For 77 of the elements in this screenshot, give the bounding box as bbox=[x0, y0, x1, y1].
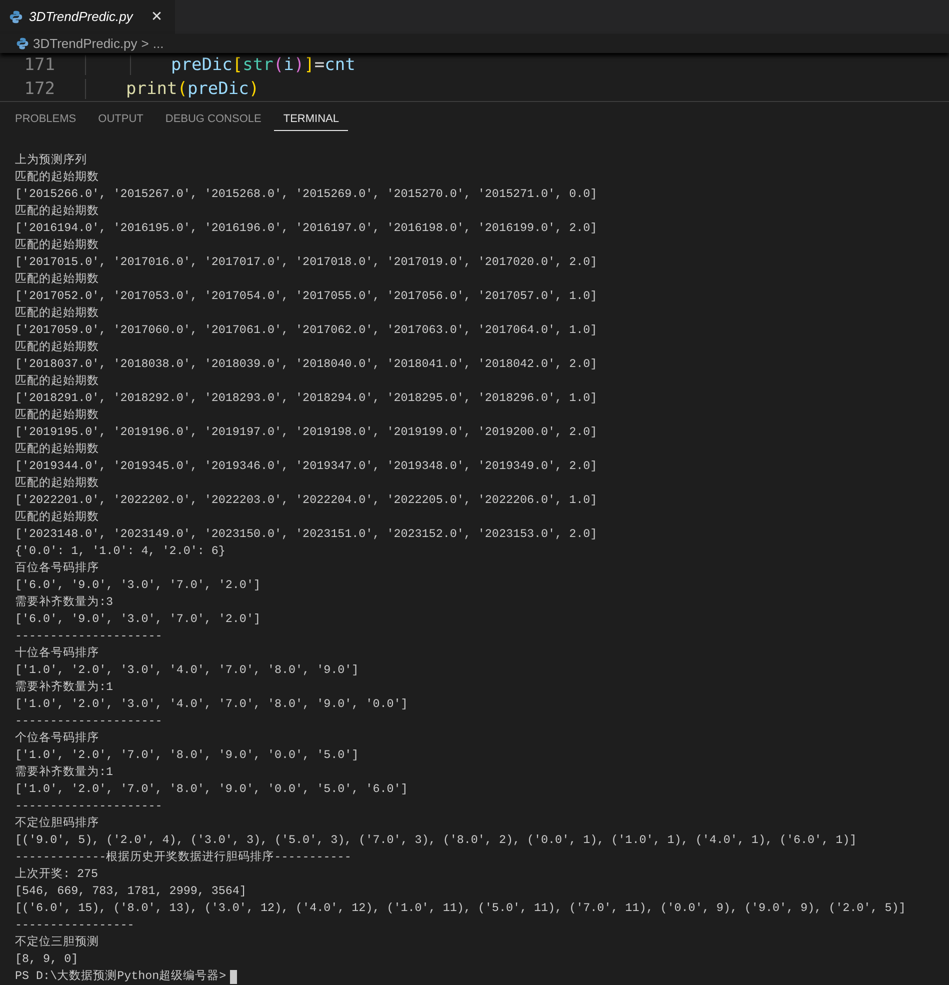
python-file-icon bbox=[9, 10, 23, 24]
terminal-prompt: PS D:\大数据预测Python超级编号器> bbox=[15, 968, 226, 985]
terminal-line: 需要补齐数量为:1 bbox=[15, 679, 114, 696]
terminal-line: ['2022201.0', '2022202.0', '2022203.0', '2022204.0', '2022205.0', '2022206.0', 1.0] bbox=[15, 492, 598, 509]
terminal-line: 百位各号码排序 bbox=[15, 560, 100, 577]
terminal-line: ['1.0', '2.0', '7.0', '8.0', '9.0', '0.0', '5.0'] bbox=[15, 747, 360, 764]
breadcrumb-item[interactable]: ... bbox=[152, 36, 164, 51]
line-number: 171 bbox=[23, 55, 56, 75]
terminal-line: 匹配的起始期数 bbox=[15, 441, 100, 458]
terminal-line: 个位各号码排序 bbox=[15, 730, 100, 747]
terminal-line: 匹配的起始期数 bbox=[15, 203, 100, 220]
terminal-line: 匹配的起始期数 bbox=[15, 475, 100, 492]
terminal-line: 不定位胆码排序 bbox=[15, 815, 100, 832]
terminal-line: 匹配的起始期数 bbox=[15, 373, 100, 390]
terminal-line: [('6.0', 15), ('8.0', 13), ('3.0', 12), ('4.0', 12), ('1.0', 11), ('5.0', 11), ('7.0', 11), ('0.0', 9), ('9.0', 9), ('2.0', 5)] bbox=[15, 900, 907, 917]
panel-tab[interactable]: TERMINAL bbox=[274, 110, 348, 131]
code-token: ( bbox=[273, 55, 284, 75]
terminal-line: -------------根据历史开奖数据进行胆码排序----------- bbox=[15, 849, 352, 866]
terminal-line: 匹配的起始期数 bbox=[15, 237, 100, 254]
terminal-line: 匹配的起始期数 bbox=[15, 305, 100, 322]
terminal-line: ----------------- bbox=[15, 917, 136, 934]
code-token: preDic bbox=[171, 55, 232, 75]
terminal-line: 不定位三胆预测 bbox=[15, 934, 100, 951]
terminal-line: --------------------- bbox=[15, 628, 164, 645]
terminal-line: 匹配的起始期数 bbox=[15, 407, 100, 424]
terminal-line: 上为预测序列 bbox=[15, 152, 88, 169]
panel-tab[interactable]: DEBUG CONSOLE bbox=[156, 110, 270, 131]
code-token: ] bbox=[304, 55, 314, 75]
terminal-line: [8, 9, 0] bbox=[15, 951, 80, 968]
code-token: ) bbox=[294, 55, 304, 75]
terminal-line: {'0.0': 1, '1.0': 4, '2.0': 6} bbox=[15, 543, 226, 560]
terminal-line: ['2019344.0', '2019345.0', '2019346.0', '2019347.0', '2019348.0', '2019349.0', 2.0] bbox=[15, 458, 598, 475]
code-token: print bbox=[126, 79, 178, 99]
terminal-line: [546, 669, 783, 1781, 2999, 3564] bbox=[15, 883, 248, 900]
breadcrumb-item[interactable]: 3DTrendPredic.py bbox=[33, 36, 138, 51]
terminal-line: ['2018291.0', '2018292.0', '2018293.0', '2018294.0', '2018295.0', '2018296.0', 1.0] bbox=[15, 390, 598, 407]
tab-title: 3DTrendPredic.py bbox=[29, 9, 133, 24]
terminal-line: 匹配的起始期数 bbox=[15, 169, 100, 186]
python-file-icon bbox=[16, 36, 29, 50]
panel-tab[interactable]: OUTPUT bbox=[89, 110, 152, 131]
terminal-line: ['2019195.0', '2019196.0', '2019197.0', '2019198.0', '2019199.0', '2019200.0', 2.0] bbox=[15, 424, 598, 441]
terminal-line: --------------------- bbox=[15, 713, 164, 730]
terminal-line: ['1.0', '2.0', '7.0', '8.0', '9.0', '0.0', '5.0', '6.0'] bbox=[15, 781, 409, 798]
terminal-line: ['2017015.0', '2017016.0', '2017017.0', '2017018.0', '2017019.0', '2017020.0', 2.0] bbox=[15, 254, 598, 271]
terminal-line: ['2023148.0', '2023149.0', '2023150.0', '2023151.0', '2023152.0', '2023153.0', 2.0] bbox=[15, 526, 598, 543]
editor-tab[interactable]: 3DTrendPredic.py ✕ bbox=[0, 0, 175, 34]
code-token: i bbox=[284, 55, 294, 75]
terminal-line: [('9.0', 5), ('2.0', 4), ('3.0', 3), ('5.0', 3), ('7.0', 3), ('8.0', 2), ('0.0', 1), ('1.0', 1), ('4.0', 1), ('6.0', 1)] bbox=[15, 832, 858, 849]
line-number: 172 bbox=[23, 79, 56, 99]
terminal-line: --------------------- bbox=[15, 798, 164, 815]
code-token: cnt bbox=[324, 55, 356, 75]
code-token: preDic bbox=[187, 79, 249, 99]
terminal-cursor bbox=[230, 970, 238, 984]
code-token: ) bbox=[248, 79, 260, 99]
terminal-line: ['2018037.0', '2018038.0', '2018039.0', '2018040.0', '2018041.0', '2018042.0', 2.0] bbox=[15, 356, 598, 373]
terminal-line: ['1.0', '2.0', '3.0', '4.0', '7.0', '8.0', '9.0'] bbox=[15, 662, 360, 679]
terminal-line: ['6.0', '9.0', '3.0', '7.0', '2.0'] bbox=[15, 577, 262, 594]
code-token: = bbox=[314, 55, 325, 75]
terminal-line: ['2017059.0', '2017060.0', '2017061.0', '2017062.0', '2017063.0', '2017064.0', 1.0] bbox=[15, 322, 598, 339]
code-token: str bbox=[242, 55, 274, 75]
terminal-line: ['2017052.0', '2017053.0', '2017054.0', '2017055.0', '2017056.0', '2017057.0', 1.0] bbox=[15, 288, 598, 305]
terminal-line: 需要补齐数量为:3 bbox=[15, 594, 114, 611]
code-token: [ bbox=[232, 55, 243, 75]
terminal-line: ['6.0', '9.0', '3.0', '7.0', '2.0'] bbox=[15, 611, 262, 628]
terminal-line: 匹配的起始期数 bbox=[15, 509, 100, 526]
terminal-line: 上次开奖: 275 bbox=[15, 866, 100, 883]
terminal-line: 匹配的起始期数 bbox=[15, 339, 100, 356]
terminal-line: 需要补齐数量为:1 bbox=[15, 764, 114, 781]
terminal-line: ['2015266.0', '2015267.0', '2015268.0', '2015269.0', '2015270.0', '2015271.0', 0.0] bbox=[15, 186, 598, 203]
panel-tab[interactable]: PROBLEMS bbox=[6, 110, 86, 131]
terminal-line: ['2016194.0', '2016195.0', '2016196.0', '2016197.0', '2016198.0', '2016199.0', 2.0] bbox=[15, 220, 598, 237]
code-token: ( bbox=[177, 79, 188, 99]
terminal-line: 十位各号码排序 bbox=[15, 645, 100, 662]
terminal-line: ['1.0', '2.0', '3.0', '4.0', '7.0', '8.0', '9.0', '0.0'] bbox=[15, 696, 409, 713]
close-button[interactable]: ✕ bbox=[146, 8, 167, 25]
terminal-line: 匹配的起始期数 bbox=[15, 271, 100, 288]
breadcrumb-separator: > bbox=[141, 36, 149, 51]
